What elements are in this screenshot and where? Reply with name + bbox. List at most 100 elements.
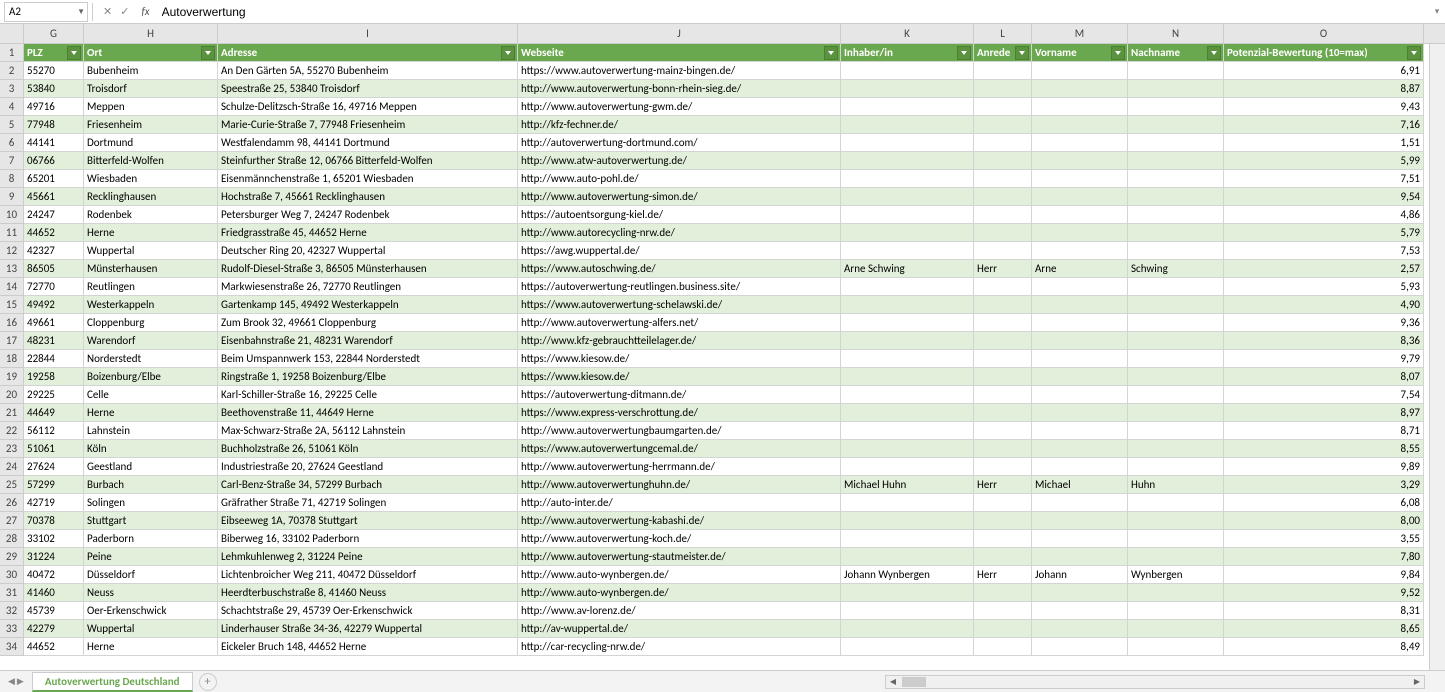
cell-ort[interactable]: Herne [84, 224, 218, 242]
cell-vorname[interactable] [1032, 584, 1128, 602]
cell-anrede[interactable] [974, 512, 1032, 530]
cell-vorname[interactable] [1032, 602, 1128, 620]
cell-ort[interactable]: Peine [84, 548, 218, 566]
cell-vorname[interactable] [1032, 458, 1128, 476]
cell-vorname[interactable] [1032, 134, 1128, 152]
col-header[interactable]: M [1032, 24, 1128, 43]
scroll-right-icon[interactable]: ▶ [1410, 677, 1424, 687]
cell-potenzial[interactable]: 9,54 [1224, 188, 1424, 206]
cell-potenzial[interactable]: 8,07 [1224, 368, 1424, 386]
cell-plz[interactable]: 41460 [24, 584, 84, 602]
cell-inhaber[interactable] [841, 98, 974, 116]
cell-potenzial[interactable]: 3,29 [1224, 476, 1424, 494]
cell-webseite[interactable]: http://www.autorecycling-nrw.de/ [518, 224, 841, 242]
cell-vorname[interactable] [1032, 332, 1128, 350]
cell-anrede[interactable] [974, 530, 1032, 548]
row-header[interactable]: 24 [0, 458, 24, 476]
cell-adresse[interactable]: Eickeler Bruch 148, 44652 Herne [218, 638, 518, 656]
cell-potenzial[interactable]: 6,08 [1224, 494, 1424, 512]
cell-webseite[interactable]: https://www.kiesow.de/ [518, 350, 841, 368]
row-header[interactable]: 2 [0, 62, 24, 80]
cell-nachname[interactable] [1128, 494, 1224, 512]
cell-anrede[interactable] [974, 368, 1032, 386]
cell-vorname[interactable] [1032, 278, 1128, 296]
cell-nachname[interactable] [1128, 386, 1224, 404]
filter-icon[interactable] [824, 46, 838, 60]
cell-anrede[interactable] [974, 584, 1032, 602]
cell-nachname[interactable] [1128, 332, 1224, 350]
cell-nachname[interactable] [1128, 314, 1224, 332]
cell-webseite[interactable]: http://kfz-fechner.de/ [518, 116, 841, 134]
cell-potenzial[interactable]: 9,43 [1224, 98, 1424, 116]
cell-potenzial[interactable]: 5,79 [1224, 224, 1424, 242]
cell-nachname[interactable] [1128, 152, 1224, 170]
cell-anrede[interactable] [974, 134, 1032, 152]
tab-prev-icon[interactable]: ◀ [8, 676, 15, 687]
cell-inhaber[interactable] [841, 278, 974, 296]
cell-inhaber[interactable] [841, 548, 974, 566]
row-header[interactable]: 18 [0, 350, 24, 368]
cell-vorname[interactable] [1032, 98, 1128, 116]
cell-webseite[interactable]: https://autoentsorgung-kiel.de/ [518, 206, 841, 224]
col-header[interactable]: L [974, 24, 1032, 43]
row-header[interactable]: 6 [0, 134, 24, 152]
name-box[interactable]: A2 ▼ [4, 2, 88, 22]
cell-adresse[interactable]: Gräfrather Straße 71, 42719 Solingen [218, 494, 518, 512]
cell-anrede[interactable] [974, 602, 1032, 620]
cell-anrede[interactable] [974, 332, 1032, 350]
cell-webseite[interactable]: https://awg.wuppertal.de/ [518, 242, 841, 260]
cell-nachname[interactable] [1128, 134, 1224, 152]
cell-nachname[interactable] [1128, 278, 1224, 296]
row-header[interactable]: 10 [0, 206, 24, 224]
cell-plz[interactable]: 48231 [24, 332, 84, 350]
cell-nachname[interactable] [1128, 62, 1224, 80]
chevron-down-icon[interactable]: ▼ [77, 7, 85, 17]
cell-potenzial[interactable]: 5,99 [1224, 152, 1424, 170]
cell-inhaber[interactable]: Arne Schwing [841, 260, 974, 278]
cell-vorname[interactable] [1032, 440, 1128, 458]
cell-potenzial[interactable]: 4,90 [1224, 296, 1424, 314]
table-header-ort[interactable]: Ort [84, 44, 218, 62]
cell-inhaber[interactable] [841, 224, 974, 242]
cell-nachname[interactable] [1128, 620, 1224, 638]
table-header-adresse[interactable]: Adresse [218, 44, 518, 62]
cell-nachname[interactable]: Schwing [1128, 260, 1224, 278]
cell-plz[interactable]: 49661 [24, 314, 84, 332]
cell-ort[interactable]: Wiesbaden [84, 170, 218, 188]
cell-vorname[interactable] [1032, 62, 1128, 80]
cell-adresse[interactable]: Schulze-Delitzsch-Straße 16, 49716 Meppe… [218, 98, 518, 116]
cell-vorname[interactable] [1032, 548, 1128, 566]
row-header[interactable]: 17 [0, 332, 24, 350]
cell-inhaber[interactable]: Michael Huhn [841, 476, 974, 494]
cell-nachname[interactable] [1128, 206, 1224, 224]
cell-nachname[interactable] [1128, 80, 1224, 98]
cell-vorname[interactable] [1032, 152, 1128, 170]
cell-vorname[interactable] [1032, 494, 1128, 512]
filter-icon[interactable] [1207, 46, 1221, 60]
table-header-potenzial[interactable]: Potenzial-Bewertung (10=max) [1224, 44, 1424, 62]
cell-vorname[interactable] [1032, 80, 1128, 98]
cell-adresse[interactable]: Heerdterbuschstraße 8, 41460 Neuss [218, 584, 518, 602]
cell-adresse[interactable]: Hochstraße 7, 45661 Recklinghausen [218, 188, 518, 206]
cell-potenzial[interactable]: 8,36 [1224, 332, 1424, 350]
cell-plz[interactable]: 33102 [24, 530, 84, 548]
table-header-anrede[interactable]: Anrede [974, 44, 1032, 62]
cell-plz[interactable]: 42279 [24, 620, 84, 638]
cell-webseite[interactable]: https://autoverwertung-ditmann.de/ [518, 386, 841, 404]
row-header[interactable]: 5 [0, 116, 24, 134]
cell-plz[interactable]: 44141 [24, 134, 84, 152]
row-header[interactable]: 32 [0, 602, 24, 620]
cell-adresse[interactable]: Karl-Schiller-Straße 16, 29225 Celle [218, 386, 518, 404]
cell-adresse[interactable]: Marie-Curie-Straße 7, 77948 Friesenheim [218, 116, 518, 134]
cell-nachname[interactable] [1128, 548, 1224, 566]
cell-inhaber[interactable] [841, 368, 974, 386]
cell-vorname[interactable] [1032, 368, 1128, 386]
cell-potenzial[interactable]: 9,36 [1224, 314, 1424, 332]
cell-adresse[interactable]: Lichtenbroicher Weg 211, 40472 Düsseldor… [218, 566, 518, 584]
row-header[interactable]: 15 [0, 296, 24, 314]
cell-ort[interactable]: Neuss [84, 584, 218, 602]
cell-anrede[interactable] [974, 350, 1032, 368]
cell-adresse[interactable]: Ringstraße 1, 19258 Boizenburg/Elbe [218, 368, 518, 386]
cell-webseite[interactable]: http://autoverwertung-dortmund.com/ [518, 134, 841, 152]
row-header[interactable]: 33 [0, 620, 24, 638]
